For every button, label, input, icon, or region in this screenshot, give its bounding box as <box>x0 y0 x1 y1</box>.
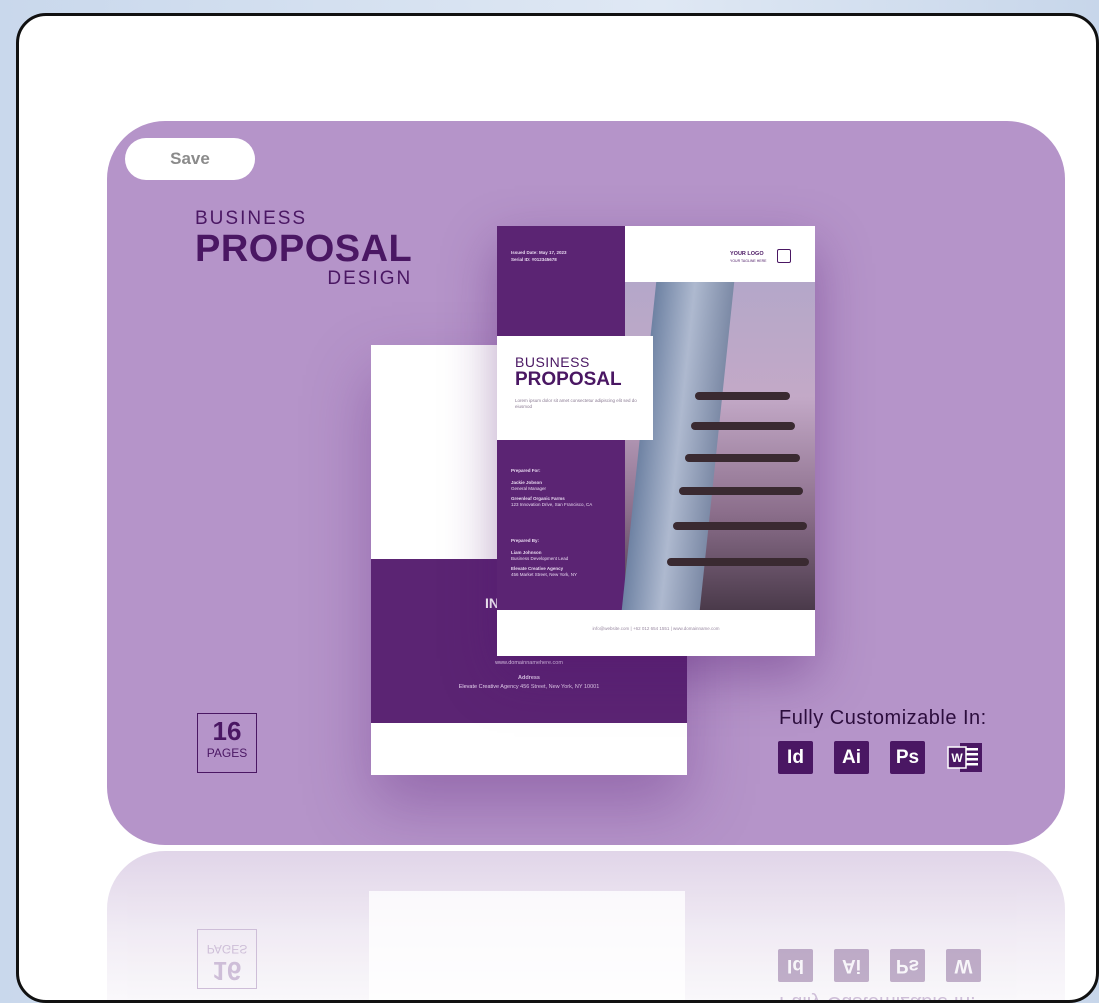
preview-frame: Save BUSINESS PROPOSAL DESIGN IN Website… <box>16 13 1099 1003</box>
word-icon: W <box>946 741 986 774</box>
cover-logo-text: YOUR LOGO <box>730 251 764 257</box>
balcony <box>695 392 790 400</box>
cover-logo-tagline: YOUR TAGLINE HERE <box>730 259 767 263</box>
cover-title-box: BUSINESS PROPOSAL Lorem ipsum dolor sit … <box>497 336 653 440</box>
reflection-indesign-icon: Id <box>778 949 813 982</box>
booklet-front-cover: Issued Date: May 17, 2023 Serial ID: #01… <box>497 226 815 656</box>
reflection-page-count: 16 <box>212 956 242 986</box>
reflection-word-icon: W <box>946 949 981 982</box>
cover-description: Lorem ipsum dolor sit amet consectetur a… <box>515 398 637 409</box>
card-reflection: 16 PAGES Id Ai Ps W Fully Customizable I… <box>107 851 1065 1003</box>
illustrator-icon: Ai <box>834 741 869 774</box>
reflection-customizable-label: Fully Customizable In: <box>779 992 976 1003</box>
cover-title-1: BUSINESS <box>515 354 590 370</box>
balcony <box>679 487 803 495</box>
serial-id: Serial ID: #012345678 <box>511 257 557 262</box>
prepared-by-label: Prepared By: <box>511 538 540 543</box>
save-button[interactable]: Save <box>125 138 255 180</box>
issued-date: Issued Date: May 17, 2023 <box>511 250 567 255</box>
page-count-badge: 16 PAGES <box>197 713 257 773</box>
reflection-page-badge: 16 PAGES <box>197 929 257 989</box>
product-heading: BUSINESS PROPOSAL DESIGN <box>195 209 412 289</box>
customizable-label: Fully Customizable In: <box>779 707 987 729</box>
heading-line-3: DESIGN <box>327 268 413 289</box>
balcony <box>691 422 795 430</box>
page-count: 16 <box>212 716 242 746</box>
cover-title-2: PROPOSAL <box>515 369 622 390</box>
page-count-label: PAGES <box>206 746 248 760</box>
indesign-icon: Id <box>778 741 813 774</box>
website-value: www.domainnamehere.com <box>495 660 563 666</box>
cover-footer: info@website.com | +62 012 654 1551 | ww… <box>497 610 815 656</box>
prepared-by-role: Business Development Lead <box>511 556 569 561</box>
prepared-for-role: General Manager <box>511 486 547 491</box>
balcony <box>673 522 807 530</box>
word-icon-letter: W <box>951 751 963 765</box>
balcony <box>685 454 800 462</box>
reflection-page-label: PAGES <box>206 942 248 956</box>
heading-line-2: PROPOSAL <box>195 228 413 270</box>
reflection-booklet <box>369 891 685 1000</box>
app-icons: Id Ai Ps W <box>778 741 986 774</box>
prepared-for-label: Prepared For: <box>511 468 541 473</box>
balcony <box>667 558 809 566</box>
reflection-illustrator-icon: Ai <box>834 949 869 982</box>
footer-contact: info@website.com | +62 012 654 1551 | ww… <box>592 626 720 631</box>
heading-line-1: BUSINESS <box>195 208 308 229</box>
product-card: Save BUSINESS PROPOSAL DESIGN IN Website… <box>107 121 1065 845</box>
address-label: Address <box>517 675 540 681</box>
reflection-app-icons: Id Ai Ps W <box>778 949 981 982</box>
logo-icon <box>777 249 791 263</box>
prepared-for-address: 123 Innovation Drive, San Francisco, CA <box>511 502 593 507</box>
photoshop-icon: Ps <box>890 741 925 774</box>
prepared-by-address: 456 Market Street, New York, NY <box>511 572 578 577</box>
address-value: Elevate Creative Agency 456 Street, New … <box>458 684 600 690</box>
reflection-photoshop-icon: Ps <box>890 949 925 982</box>
building-photo <box>621 282 815 610</box>
